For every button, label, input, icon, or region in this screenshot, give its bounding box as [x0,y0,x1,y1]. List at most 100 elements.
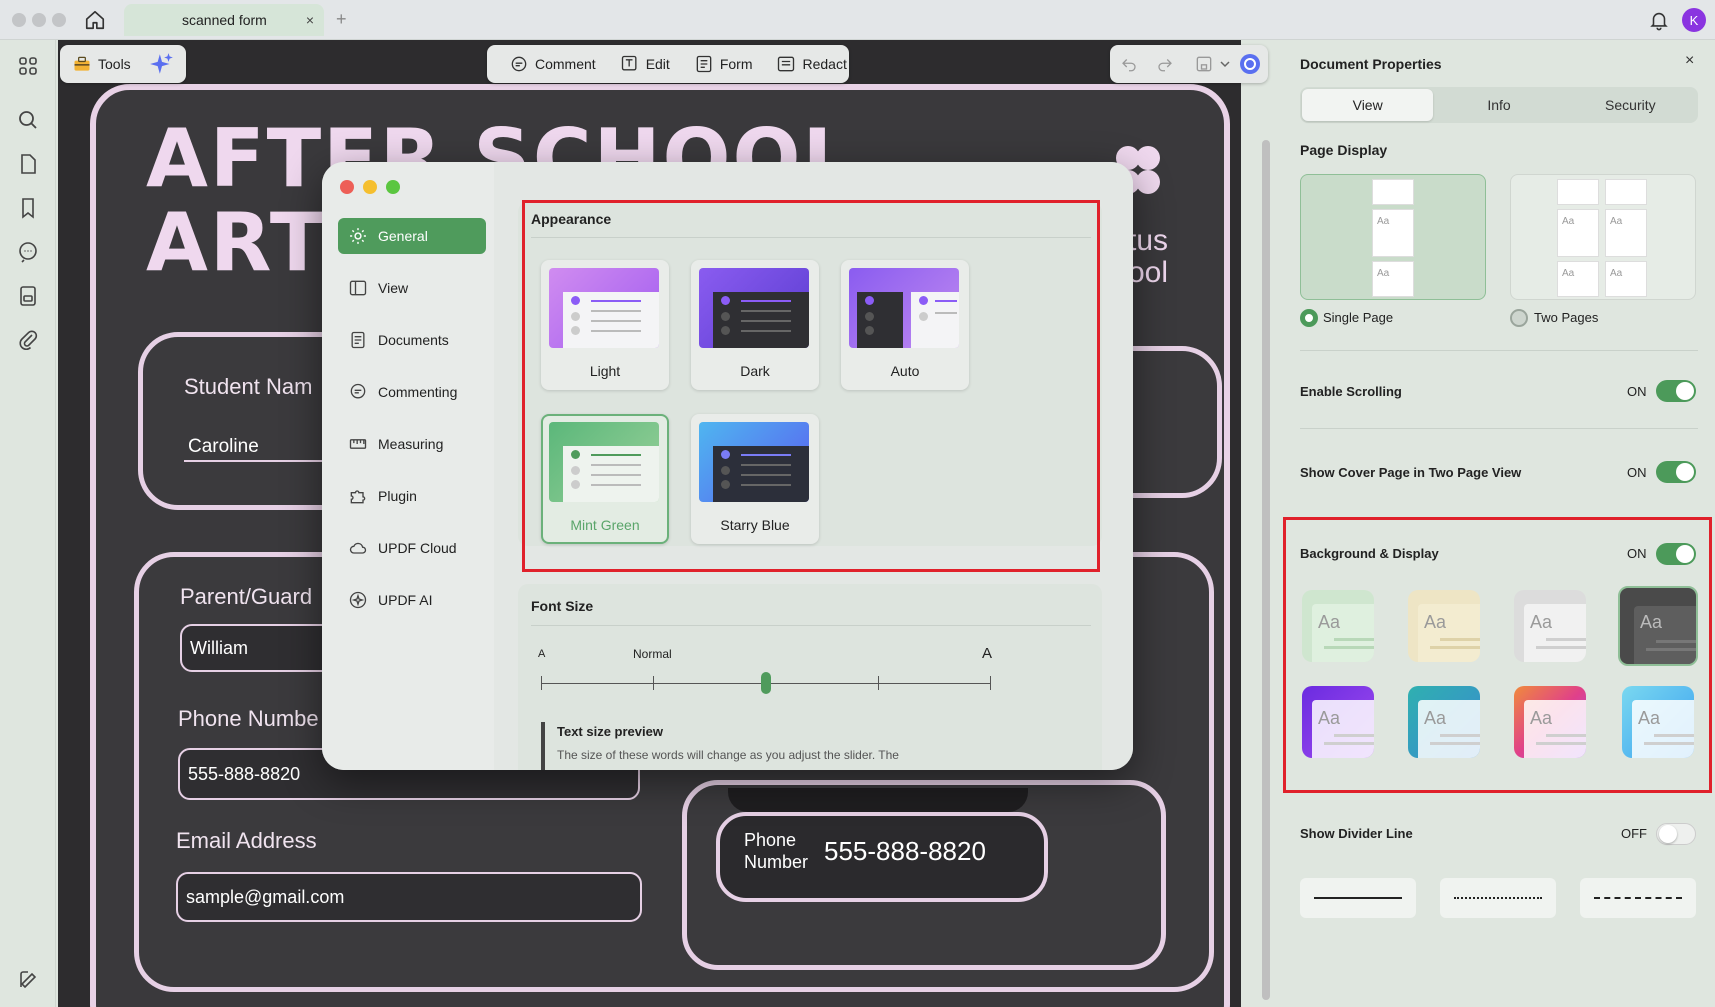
toolbox-icon [74,56,90,71]
background-display-toggle[interactable] [1656,543,1696,565]
attachments-panel-icon[interactable] [16,284,40,308]
student-name-label: Student Nam [184,374,313,399]
panel-title: Document Properties [1300,56,1442,72]
gear-icon [350,228,366,244]
two-pages-option[interactable]: Aa Aa Aa Aa [1510,174,1696,300]
divider-solid-option[interactable] [1300,878,1416,918]
bell-icon[interactable] [1648,9,1670,31]
window-minimize-button[interactable] [32,13,46,27]
nav-label: View [378,280,409,296]
bg-swatch-sky[interactable]: Aa [1622,686,1694,758]
tab-info[interactable]: Info [1433,89,1564,121]
single-page-option[interactable]: Aa Aa [1300,174,1486,300]
slider-thumb[interactable] [761,672,771,694]
thumbnails-icon[interactable] [16,54,40,78]
theme-mint-green[interactable]: Mint Green [541,414,669,544]
theme-light[interactable]: Light [541,260,669,390]
preferences-dialog: General View Documents Commenting Measur… [322,162,1133,770]
document-tab[interactable]: scanned form × [124,4,324,36]
edit-button[interactable]: Edit [608,54,682,74]
comments-icon[interactable] [16,240,40,264]
tab-view[interactable]: View [1302,89,1434,121]
enable-scrolling-toggle[interactable] [1656,380,1696,402]
divider-dashdot-option[interactable] [1580,878,1696,918]
bg-swatch-sunset[interactable]: Aa [1514,686,1586,758]
single-page-radio[interactable] [1300,309,1318,327]
font-size-title: Font Size [531,598,594,614]
phone-box-label-line2: Number [744,852,809,872]
swatch-text: Aa [1424,708,1447,728]
nav-measuring[interactable]: Measuring [338,426,486,462]
swatch-text: Aa [1530,708,1553,728]
nav-label: Plugin [378,488,417,504]
bookmark-icon[interactable] [16,196,40,220]
bg-swatch-teal[interactable]: Aa [1408,686,1480,758]
title-bar: scanned form × + K [0,0,1715,40]
bg-swatch-purple[interactable]: Aa [1302,686,1374,758]
nav-view[interactable]: View [338,270,486,306]
nav-updf-ai[interactable]: UPDF AI [338,582,486,618]
dialog-close-button[interactable] [340,180,354,194]
swatch-text: Aa [1424,612,1447,632]
nav-documents[interactable]: Documents [338,322,486,358]
theme-thumbnail [699,422,809,502]
tab-close-icon[interactable]: × [306,12,314,28]
dialog-zoom-button[interactable] [386,180,400,194]
nav-plugin[interactable]: Plugin [338,478,486,514]
redo-icon[interactable] [1156,55,1174,73]
cloud-icon [349,542,367,554]
theme-thumbnail [699,268,809,348]
bg-swatch-gray[interactable]: Aa [1514,590,1586,662]
ai-sparkle-icon[interactable] [149,51,175,77]
vertical-scrollbar[interactable] [1262,90,1272,1000]
main-toolbar: Comment Edit Form Redact [487,45,849,83]
theme-auto[interactable]: Auto [841,260,969,390]
font-size-divider [531,625,1091,626]
bg-swatch-dark[interactable]: Aa [1618,586,1698,666]
avatar[interactable]: K [1682,8,1706,32]
pages-icon[interactable] [16,152,40,176]
plugin-icon [350,490,366,504]
theme-dark[interactable]: Dark [691,260,819,390]
nav-commenting[interactable]: Commenting [338,374,486,410]
chevron-down-icon[interactable] [1220,59,1230,69]
preview-title: Text size preview [557,724,663,739]
nav-label: Commenting [378,384,458,400]
divider-line-toggle[interactable] [1656,823,1696,845]
card-bottom-edge [728,788,1028,812]
dialog-minimize-button[interactable] [363,180,377,194]
two-pages-radio[interactable] [1510,309,1528,327]
preview-bar [541,722,545,770]
window-zoom-button[interactable] [52,13,66,27]
phone-box-label-line1: Phone [744,830,797,850]
theme-starry-blue[interactable]: Starry Blue [691,414,819,544]
cover-page-toggle[interactable] [1656,461,1696,483]
divider-dotted-option[interactable] [1440,878,1556,918]
new-tab-button[interactable]: + [336,9,347,30]
document-icon [351,331,365,349]
tab-security[interactable]: Security [1565,89,1696,121]
bg-swatch-cream[interactable]: Aa [1408,590,1480,662]
scrollbar-thumb[interactable] [1262,140,1270,1000]
tools-button[interactable]: Tools [60,54,143,74]
theme-label: Light [589,363,621,379]
phone-number-label: Phone Numbe [178,706,319,731]
search-icon[interactable] [16,108,40,132]
paperclip-icon[interactable] [16,328,40,352]
single-page-label: Single Page [1323,310,1394,325]
nav-general[interactable]: General [338,218,486,254]
window-close-button[interactable] [12,13,26,27]
undo-icon[interactable] [1120,55,1138,73]
close-icon[interactable]: × [1685,52,1694,70]
bg-swatch-green[interactable]: Aa [1302,590,1374,662]
home-icon[interactable] [84,9,106,31]
redact-button[interactable]: Redact [764,54,858,74]
comment-button[interactable]: Comment [497,54,608,74]
form-button[interactable]: Form [682,54,765,74]
save-icon[interactable] [1194,54,1214,74]
updf-ai-icon[interactable] [1238,52,1262,76]
enable-scrolling-label: Enable Scrolling [1300,384,1402,399]
sign-icon[interactable] [16,968,40,992]
font-size-slider[interactable] [541,672,991,694]
nav-updf-cloud[interactable]: UPDF Cloud [338,530,486,566]
